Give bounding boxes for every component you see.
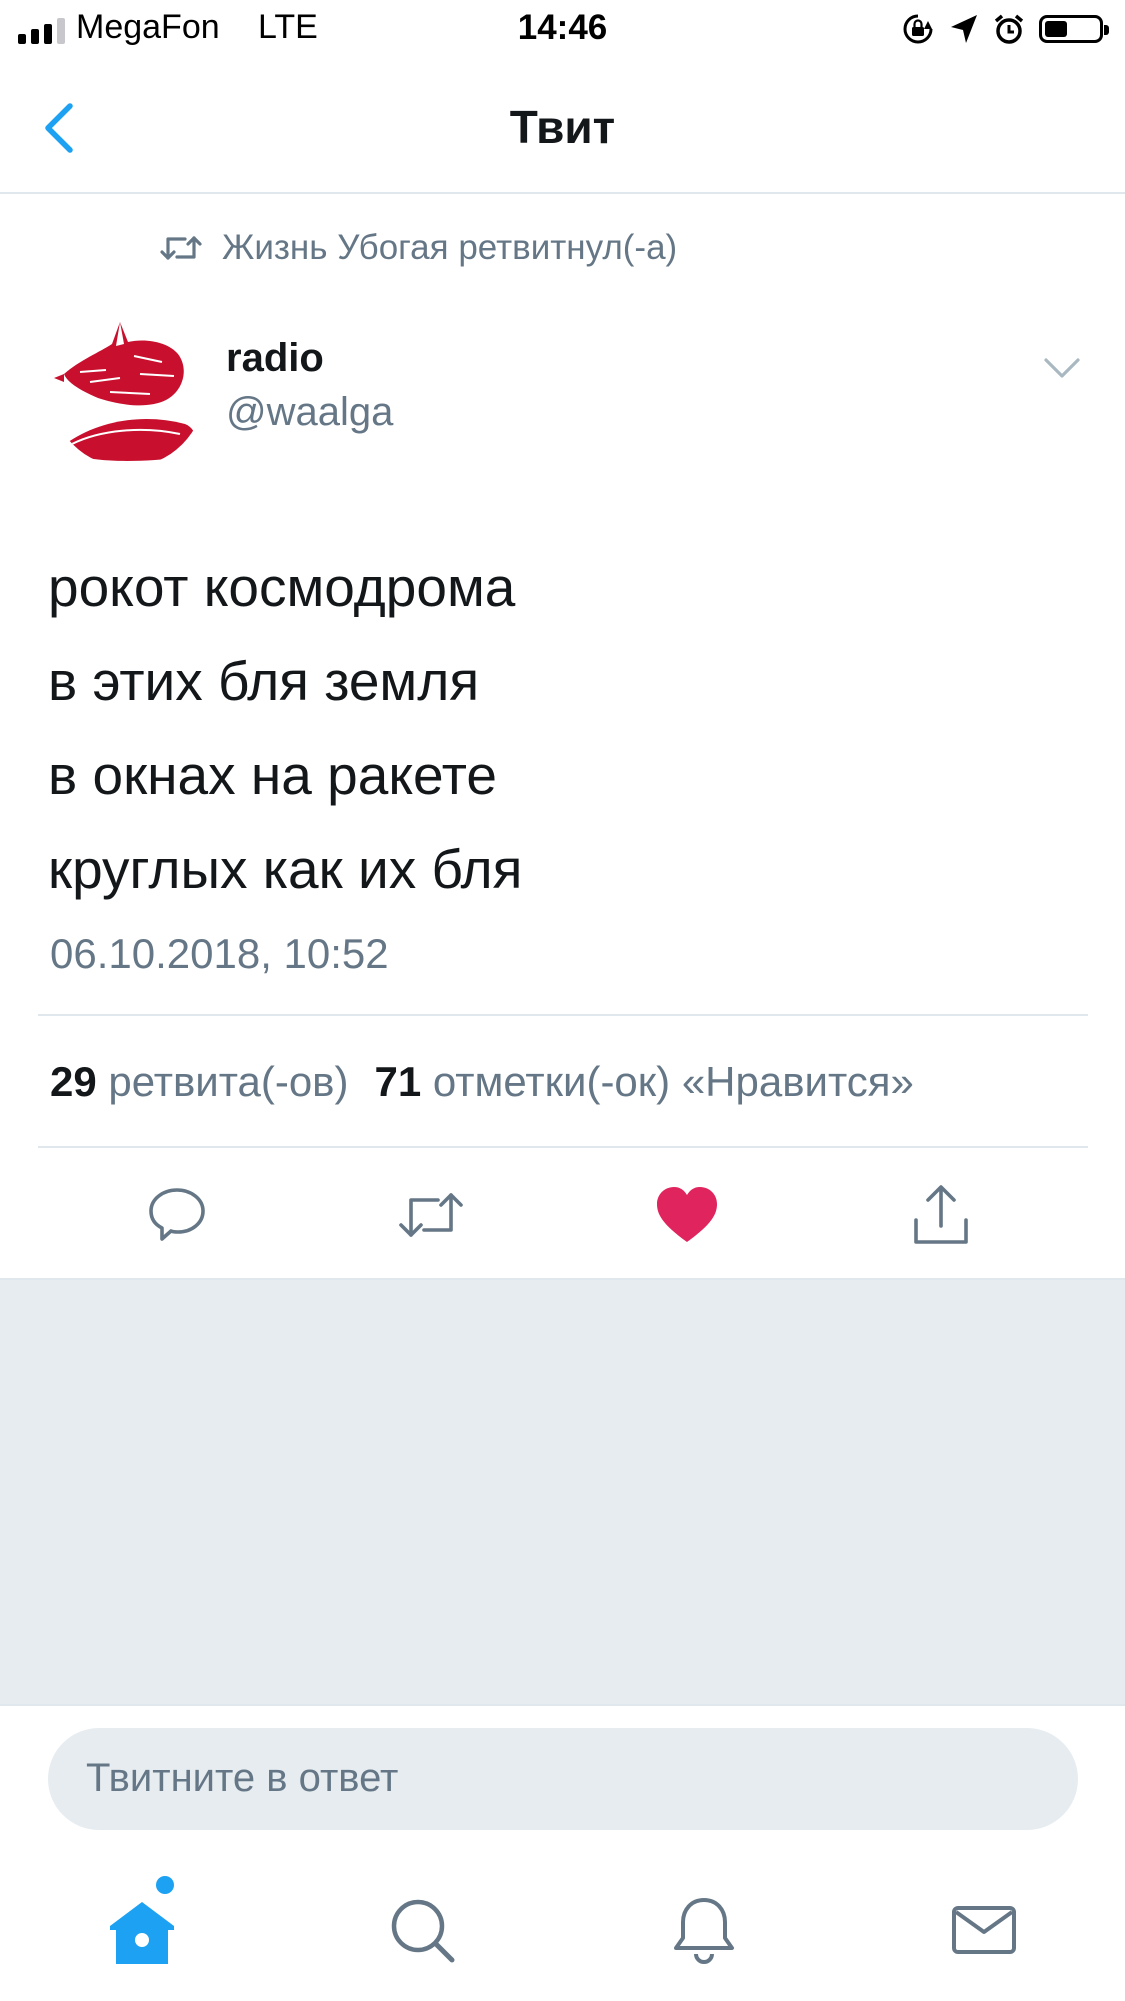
divider: [38, 1146, 1088, 1148]
status-icons: [901, 12, 1109, 46]
replies-empty-area: [0, 1278, 1125, 1706]
tweet-text-line: рокот космодрома: [48, 556, 516, 618]
reply-icon[interactable]: [142, 1180, 212, 1250]
search-icon[interactable]: [382, 1890, 462, 1970]
nav-bar: Твит: [0, 62, 1125, 194]
retweet-icon: [160, 236, 202, 260]
reply-placeholder: Твитните в ответ: [86, 1756, 399, 1800]
chevron-down-icon[interactable]: [1040, 346, 1084, 390]
retweeted-by-label: Жизнь Убогая ретвитнул(-а): [222, 228, 678, 267]
tweet-text: рокот космодрома в этих бля земля в окна…: [48, 540, 1078, 916]
retweet-icon[interactable]: [396, 1180, 466, 1250]
new-content-dot: [156, 1876, 174, 1894]
tweet-text-line: в этих бля земля: [48, 650, 480, 712]
home-icon[interactable]: [102, 1890, 182, 1970]
author-handle[interactable]: @waalga: [226, 390, 393, 435]
like-count: 71: [374, 1058, 422, 1105]
tweet-stats: 29 ретвита(-ов) 71 отметки(-ок) «Нравится…: [50, 1058, 914, 1106]
retweet-count: 29: [50, 1058, 97, 1105]
like-heart-icon[interactable]: [652, 1180, 722, 1250]
retweet-context[interactable]: Жизнь Убогая ретвитнул(-а): [160, 228, 677, 268]
battery-icon: [1039, 15, 1109, 43]
alarm-icon: [994, 14, 1024, 44]
author-name[interactable]: radio: [226, 336, 324, 381]
retweet-label: ретвита(-ов): [108, 1058, 349, 1105]
fox-avatar-image: [50, 312, 205, 467]
tweet-text-line: круглых как их бля: [48, 838, 523, 900]
likes-stat[interactable]: 71 отметки(-ок) «Нравится»: [374, 1058, 913, 1105]
page-title: Твит: [509, 101, 616, 153]
messages-icon[interactable]: [944, 1890, 1024, 1970]
divider: [38, 1014, 1088, 1016]
notifications-icon[interactable]: [664, 1890, 744, 1970]
tweet-timestamp: 06.10.2018, 10:52: [50, 930, 389, 977]
share-icon[interactable]: [906, 1180, 976, 1250]
reply-input[interactable]: Твитните в ответ: [48, 1728, 1078, 1830]
location-icon: [951, 15, 977, 43]
avatar[interactable]: [50, 312, 205, 467]
like-label: отметки(-ок) «Нравится»: [432, 1058, 914, 1105]
orientation-lock-icon: [903, 14, 933, 44]
status-bar: MegaFon LTE 14:46: [0, 0, 1125, 62]
tweet-text-line: в окнах на ракете: [48, 744, 497, 806]
retweets-stat[interactable]: 29 ретвита(-ов): [50, 1058, 348, 1105]
